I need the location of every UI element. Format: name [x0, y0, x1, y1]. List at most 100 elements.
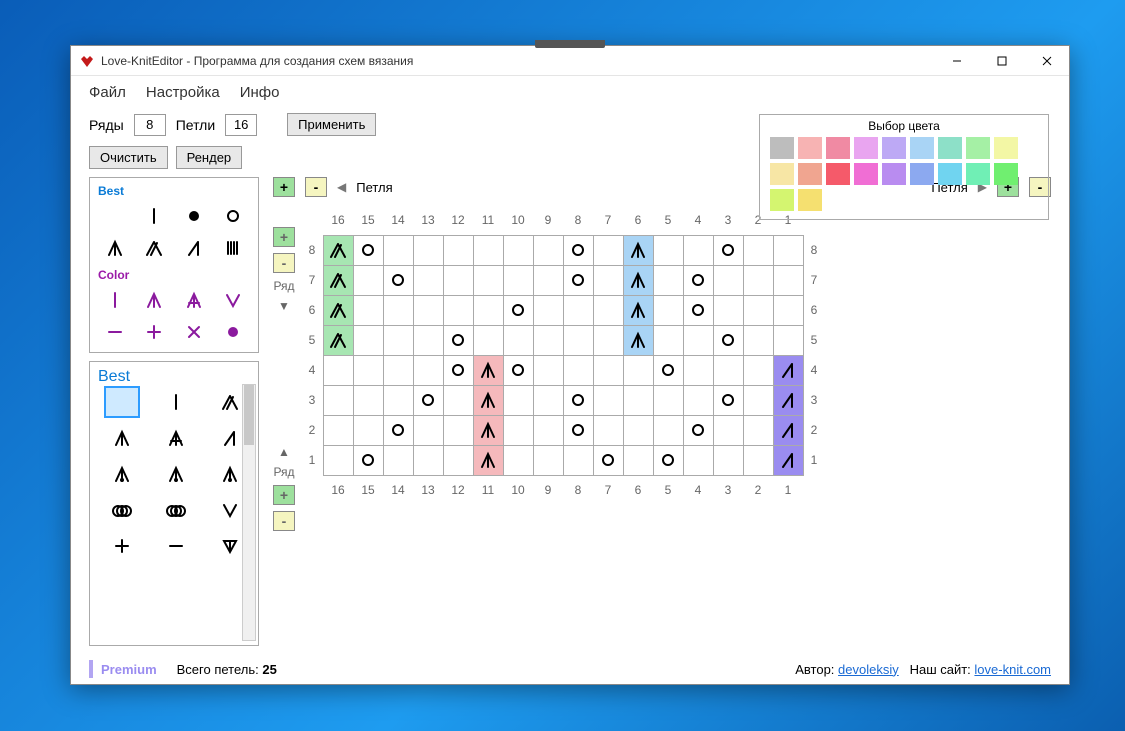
- chart-cell[interactable]: [593, 415, 624, 446]
- color-swatch[interactable]: [854, 163, 878, 185]
- color-swatch[interactable]: [770, 137, 794, 159]
- chart-cell[interactable]: [563, 385, 594, 416]
- chart-cell[interactable]: [623, 385, 654, 416]
- color-swatch[interactable]: [882, 137, 906, 159]
- chart-cell[interactable]: [503, 325, 534, 356]
- chart-cell[interactable]: [623, 265, 654, 296]
- chart-cell[interactable]: [563, 415, 594, 446]
- chart-cell[interactable]: [593, 295, 624, 326]
- chart-cell[interactable]: [623, 235, 654, 266]
- chart-cell[interactable]: [353, 235, 384, 266]
- color-swatch[interactable]: [798, 163, 822, 185]
- apply-button[interactable]: Применить: [287, 113, 376, 136]
- chart-cell[interactable]: [743, 265, 774, 296]
- close-button[interactable]: [1024, 46, 1069, 76]
- symbol-bar[interactable]: [158, 386, 194, 418]
- chart-cell[interactable]: [713, 415, 744, 446]
- symbol-plus[interactable]: [139, 318, 169, 346]
- chart-cell[interactable]: [593, 355, 624, 386]
- chart-cell[interactable]: [323, 235, 354, 266]
- chart-cell[interactable]: [563, 265, 594, 296]
- symbol-k2tog[interactable]: [100, 234, 130, 262]
- chart-cell[interactable]: [383, 235, 414, 266]
- chart-cell[interactable]: [473, 235, 504, 266]
- symbol-sl2k[interactable]: [139, 234, 169, 262]
- color-swatch[interactable]: [770, 189, 794, 211]
- color-swatch[interactable]: [966, 137, 990, 159]
- symbol-dash[interactable]: [100, 318, 130, 346]
- chart-cell[interactable]: [533, 235, 564, 266]
- chart-cell[interactable]: [443, 415, 474, 446]
- chart-cell[interactable]: [653, 325, 684, 356]
- chart-cell[interactable]: [563, 325, 594, 356]
- render-button[interactable]: Рендер: [176, 146, 243, 169]
- chart-cell[interactable]: [683, 415, 714, 446]
- row-top-plus[interactable]: +: [273, 227, 295, 247]
- chart-cell[interactable]: [773, 415, 804, 446]
- chart-cell[interactable]: [743, 385, 774, 416]
- chart-cell[interactable]: [443, 325, 474, 356]
- chart-cell[interactable]: [473, 295, 504, 326]
- chart-cell[interactable]: [353, 445, 384, 476]
- chart-cell[interactable]: [773, 295, 804, 326]
- library-scrollbar[interactable]: [242, 384, 256, 641]
- chart-cell[interactable]: [623, 355, 654, 386]
- chart-cell[interactable]: [503, 235, 534, 266]
- color-swatch[interactable]: [910, 163, 934, 185]
- chart-cell[interactable]: [683, 325, 714, 356]
- chart-cell[interactable]: [503, 445, 534, 476]
- menu-info[interactable]: Инфо: [240, 84, 280, 101]
- chart-cell[interactable]: [353, 355, 384, 386]
- scrollbar-thumb[interactable]: [244, 385, 254, 445]
- chart-cell[interactable]: [743, 295, 774, 326]
- chart-cell[interactable]: [593, 325, 624, 356]
- color-swatch[interactable]: [994, 163, 1018, 185]
- chart-cell[interactable]: [773, 445, 804, 476]
- chart-cell[interactable]: [773, 325, 804, 356]
- minimize-button[interactable]: [934, 46, 979, 76]
- chart-cell[interactable]: [593, 235, 624, 266]
- color-swatch[interactable]: [826, 137, 850, 159]
- chart-cell[interactable]: [473, 445, 504, 476]
- chart-cell[interactable]: [623, 445, 654, 476]
- loop-left-plus[interactable]: +: [273, 177, 295, 197]
- chart-cell[interactable]: [443, 355, 474, 386]
- chart-cell[interactable]: [383, 415, 414, 446]
- maximize-button[interactable]: [979, 46, 1024, 76]
- chart-cell[interactable]: [683, 355, 714, 386]
- chart-cell[interactable]: [323, 385, 354, 416]
- chart-cell[interactable]: [413, 385, 444, 416]
- color-swatch[interactable]: [826, 163, 850, 185]
- chart-cell[interactable]: [323, 295, 354, 326]
- chart-cell[interactable]: [653, 235, 684, 266]
- chart-cell[interactable]: [503, 385, 534, 416]
- chart-cell[interactable]: [653, 385, 684, 416]
- row-bottom-minus[interactable]: -: [273, 511, 295, 531]
- chart-cell[interactable]: [713, 355, 744, 386]
- chart-cell[interactable]: [323, 265, 354, 296]
- symbol-ssk[interactable]: [179, 234, 209, 262]
- chart-cell[interactable]: [443, 265, 474, 296]
- chart-cell[interactable]: [533, 295, 564, 326]
- symbol-k2dot[interactable]: [158, 458, 194, 490]
- chart-cell[interactable]: [323, 325, 354, 356]
- symbol-bars4[interactable]: [218, 234, 248, 262]
- symbol-bar[interactable]: [100, 286, 130, 314]
- chart-cell[interactable]: [713, 295, 744, 326]
- chart-cell[interactable]: [563, 295, 594, 326]
- chart-cell[interactable]: [383, 295, 414, 326]
- clear-button[interactable]: Очистить: [89, 146, 168, 169]
- symbol-plus[interactable]: [104, 530, 140, 562]
- chart-cell[interactable]: [353, 415, 384, 446]
- chart-cell[interactable]: [383, 445, 414, 476]
- chart-cell[interactable]: [473, 385, 504, 416]
- color-swatch[interactable]: [966, 163, 990, 185]
- chart-cell[interactable]: [473, 265, 504, 296]
- chart-cell[interactable]: [503, 415, 534, 446]
- symbol-k2dot[interactable]: [104, 458, 140, 490]
- chart-cell[interactable]: [653, 415, 684, 446]
- menu-file[interactable]: Файл: [89, 84, 126, 101]
- chart-cell[interactable]: [743, 235, 774, 266]
- symbol-x[interactable]: [179, 318, 209, 346]
- color-swatch[interactable]: [770, 163, 794, 185]
